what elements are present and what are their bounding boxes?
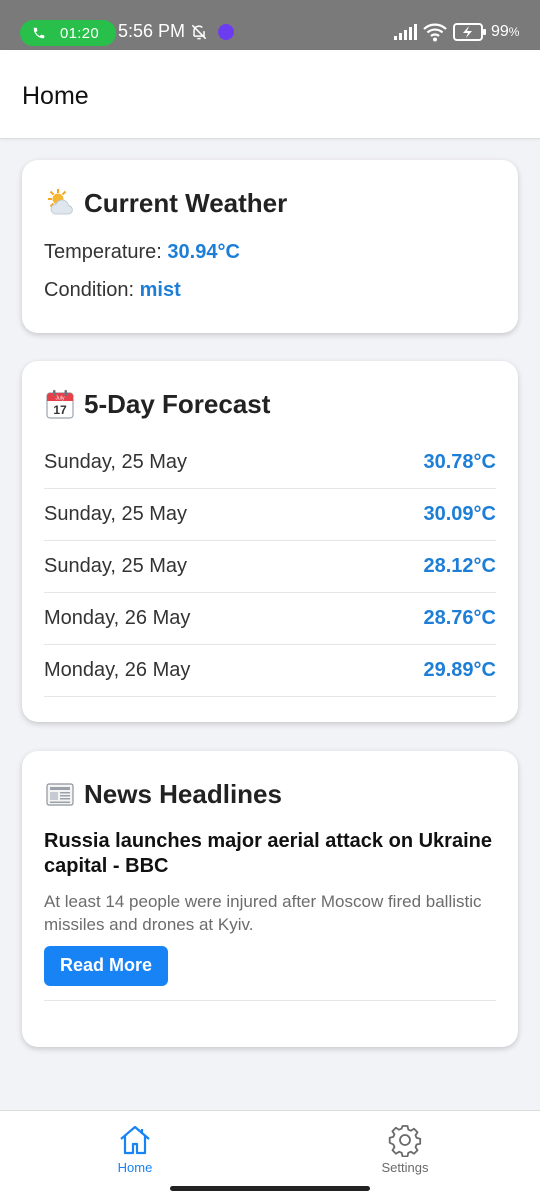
forecast-day: Monday, 26 May — [44, 659, 191, 681]
card-header: July 17 5-Day Forecast — [44, 388, 496, 420]
news-description: At least 14 people were injured after Mo… — [44, 892, 482, 934]
card-heading: Current Weather — [84, 187, 288, 218]
forecast-temp: 29.89°C — [423, 659, 497, 681]
home-icon — [120, 1125, 150, 1155]
forecast-day: Sunday, 25 May — [44, 503, 188, 525]
forecast-row: Monday, 26 May 28.76°C — [44, 593, 496, 645]
card-header: News Headlines — [44, 778, 496, 810]
forecast-temp: 30.09°C — [423, 503, 497, 525]
temperature-value: 30.94°C — [167, 241, 240, 263]
app-bar: Home — [0, 50, 540, 139]
forecast-row: Sunday, 25 May 30.09°C — [44, 489, 496, 541]
battery-percent: 99% — [491, 23, 520, 40]
forecast-temp: 28.12°C — [423, 555, 497, 577]
forecast-card: July 17 5-Day Forecast Sunday, 25 May 30… — [22, 361, 518, 722]
nav-label-home: Home — [117, 1160, 153, 1175]
forecast-row: Sunday, 25 May 30.78°C — [44, 437, 496, 489]
card-header: Current Weather — [44, 187, 496, 219]
forecast-row: Monday, 26 May 29.89°C — [44, 645, 496, 697]
status-time: 5:56 PM — [118, 21, 186, 41]
forecast-day: Sunday, 25 May — [44, 555, 188, 577]
news-item: Russia launches major aerial attack on U… — [44, 829, 496, 1001]
news-title: Russia launches major aerial attack on U… — [44, 830, 492, 877]
condition-row: Condition: mist — [44, 279, 181, 302]
forecast-temp: 30.78°C — [423, 451, 497, 473]
temperature-label: Temperature: — [44, 241, 168, 263]
forecast-day: Monday, 26 May — [44, 607, 191, 629]
signal-icon — [394, 24, 417, 40]
app-notification-icon — [218, 24, 234, 40]
condition-value: mist — [139, 279, 181, 301]
nav-item-settings[interactable]: Settings — [335, 1111, 475, 1181]
ongoing-call-pill[interactable]: 01:20 — [20, 20, 116, 46]
svg-text:July: July — [56, 396, 65, 402]
current-weather-card: Current Weather Temperature: 30.94°C Con… — [22, 160, 518, 333]
sun-behind-cloud-icon — [48, 189, 73, 215]
nav-label-settings: Settings — [381, 1160, 429, 1175]
temperature-row: Temperature: 30.94°C — [44, 241, 240, 264]
gesture-navigation-bar[interactable] — [170, 1186, 370, 1191]
forecast-list: Sunday, 25 May 30.78°C Sunday, 25 May 30… — [44, 437, 496, 697]
forecast-day: Sunday, 25 May — [44, 451, 188, 473]
calendar-icon: July 17 — [46, 390, 74, 419]
forecast-row: Sunday, 25 May 28.12°C — [44, 541, 496, 593]
condition-label: Condition: — [44, 279, 140, 301]
status-bar: 01:20 5:56 PM 99% — [0, 0, 540, 50]
forecast-temp: 28.76°C — [423, 607, 497, 629]
read-more-button[interactable]: Read More — [44, 946, 169, 986]
news-card: News Headlines Russia launches major aer… — [22, 751, 518, 1047]
page-title: Home — [22, 82, 89, 110]
call-timer: 01:20 — [60, 24, 100, 42]
nav-item-home[interactable]: Home — [65, 1111, 205, 1181]
svg-text:17: 17 — [53, 403, 67, 417]
phone-icon — [33, 27, 45, 39]
newspaper-icon — [46, 783, 74, 806]
wifi-icon — [423, 23, 447, 42]
card-heading: 5-Day Forecast — [84, 388, 271, 419]
card-heading: News Headlines — [84, 778, 282, 809]
battery-charging-icon — [453, 23, 486, 41]
gear-icon — [388, 1125, 422, 1157]
bell-muted-icon — [191, 24, 207, 40]
